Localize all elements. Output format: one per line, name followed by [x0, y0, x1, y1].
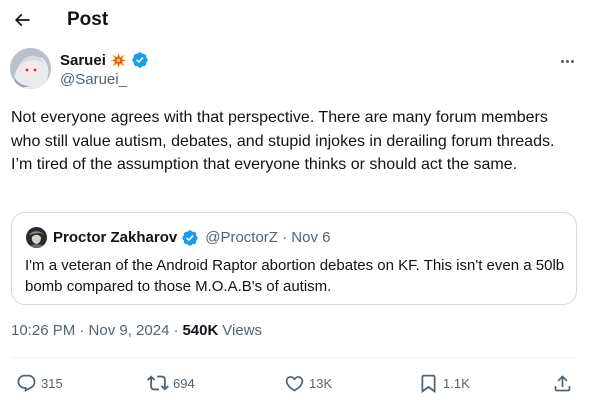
share-button[interactable]	[552, 372, 573, 394]
quoted-post-header: Proctor Zakharov @ProctorZ · Nov 6	[26, 227, 330, 248]
views-count: 540K	[182, 322, 219, 339]
like-icon	[285, 375, 304, 392]
verified-badge-icon	[181, 229, 199, 247]
quoted-author-name: Proctor Zakharov	[53, 229, 178, 246]
post-page: Post Saruei @Saruei_ Not everyone agrees…	[0, 0, 590, 404]
quoted-post-meta: @ProctorZ · Nov 6	[205, 229, 331, 246]
header-bar: Post	[0, 0, 590, 42]
author-name-row: Saruei	[60, 51, 149, 69]
bookmark-button[interactable]: 1.1K	[418, 372, 470, 394]
back-arrow-icon	[14, 13, 30, 27]
author-name[interactable]: Saruei	[60, 52, 106, 69]
divider	[11, 357, 578, 358]
post-text: Not everyone agrees with that perspectiv…	[11, 109, 555, 173]
author-avatar[interactable]	[10, 48, 51, 89]
meta-separator: ·	[173, 322, 179, 339]
author-handle[interactable]: @Saruei_	[60, 71, 127, 88]
reply-count: 315	[41, 375, 63, 391]
post-timestamp[interactable]: 10:26 PM · Nov 9, 2024	[11, 322, 169, 339]
repost-button[interactable]: 694	[147, 372, 195, 394]
quoted-post-card[interactable]: Proctor Zakharov @ProctorZ · Nov 6 I'm a…	[11, 212, 577, 305]
more-button[interactable]	[556, 54, 578, 68]
repost-count: 694	[173, 375, 195, 391]
collision-emoji-icon	[110, 52, 127, 69]
verified-badge-icon[interactable]	[131, 51, 149, 69]
bookmark-icon	[421, 374, 436, 393]
repost-icon	[147, 375, 169, 391]
reply-icon	[17, 374, 36, 392]
post-meta-row: 10:26 PM · Nov 9, 2024 · 540K Views	[11, 322, 262, 339]
quoted-post-text: I'm a veteran of the Android Raptor abor…	[25, 257, 565, 295]
reply-button[interactable]: 315	[16, 372, 63, 394]
views-label: Views	[222, 322, 263, 339]
quoted-author-avatar	[26, 227, 47, 248]
bookmark-count: 1.1K	[443, 375, 470, 391]
like-count: 13K	[309, 375, 333, 391]
page-title: Post	[67, 9, 109, 30]
back-button[interactable]	[10, 8, 34, 32]
more-icon	[560, 59, 564, 63]
like-button[interactable]: 13K	[284, 372, 332, 394]
share-icon	[554, 374, 571, 391]
